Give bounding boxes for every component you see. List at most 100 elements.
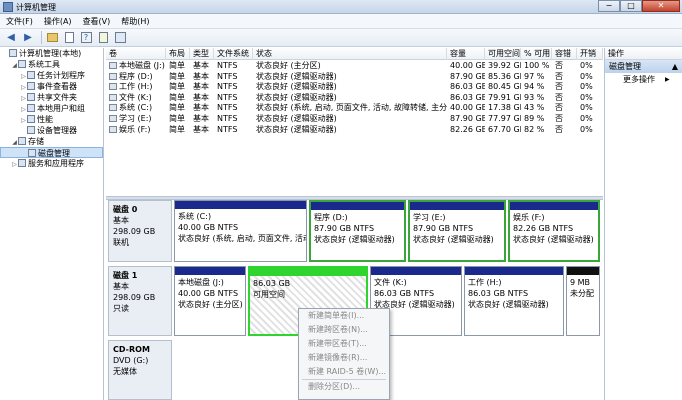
cell-text: 简单 bbox=[169, 113, 185, 123]
table-cell: 否 bbox=[552, 61, 577, 72]
table-cell: 基本 bbox=[190, 125, 214, 136]
column-header[interactable]: 状态 bbox=[253, 48, 447, 60]
column-header[interactable]: 容量 bbox=[447, 48, 485, 60]
disk-label[interactable]: CD-ROM DVD (G:) 无媒体 bbox=[108, 340, 172, 400]
cell-text: 否 bbox=[555, 113, 563, 123]
cell-text: 86.03 GB bbox=[450, 92, 485, 102]
close-button[interactable]: ✕ bbox=[642, 0, 680, 12]
partition[interactable]: 程序 (D:) 87.90 GB NTFS 状态良好 (逻辑驱动器) bbox=[309, 200, 406, 262]
table-cell: 77.97 GB bbox=[485, 114, 521, 125]
partition[interactable]: 工作 (H:) 86.03 GB NTFS 状态良好 (逻辑驱动器) bbox=[464, 266, 564, 336]
tree-item[interactable]: 磁盘管理 bbox=[0, 147, 103, 158]
tree-node-icon bbox=[27, 82, 35, 90]
tree-item[interactable]: ◢ 系统工具 bbox=[0, 59, 103, 70]
column-header[interactable]: 卷 bbox=[106, 48, 166, 60]
table-cell: 否 bbox=[552, 103, 577, 114]
partition-details: 9 MB 未分配 bbox=[567, 275, 599, 301]
column-header[interactable]: 类型 bbox=[190, 48, 214, 60]
cell-text: 否 bbox=[555, 92, 563, 102]
cell-text: 否 bbox=[555, 61, 563, 70]
cell-text: 文件 (K:) bbox=[119, 92, 152, 102]
table-row[interactable]: 程序 (D:) 简单 基本 NTFS 状态良好 (逻辑驱动器) 87.90 GB 85.36… bbox=[106, 72, 603, 83]
table-row[interactable]: 学习 (E:) 简单 基本 NTFS 状态良好 (逻辑驱动器) 87.90 GB 77.97… bbox=[106, 114, 603, 125]
collapse-up-icon[interactable]: ▲ bbox=[672, 60, 678, 73]
disk-label[interactable]: 磁盘 1 基本 298.09 GB 只读 bbox=[108, 266, 172, 336]
context-menu: 新建简单卷(I)... 新建跨区卷(N)... 新建带区卷(T)... 新建镜像卷(R… bbox=[298, 308, 390, 400]
partition-status: 状态良好 (逻辑驱动器) bbox=[468, 300, 549, 309]
tree-item[interactable]: ◢ 存储 bbox=[0, 136, 103, 147]
cell-text: 40.00 GB bbox=[450, 61, 485, 70]
cell-text: 简单 bbox=[169, 92, 185, 102]
partition[interactable]: 本地磁盘 (J:) 40.00 GB NTFS 状态良好 (主分区) bbox=[174, 266, 246, 336]
table-row[interactable]: 工作 (H:) 简单 基本 NTFS 状态良好 (逻辑驱动器) 86.03 GB 80.45… bbox=[106, 82, 603, 93]
title-bar: 计算机管理 − □ ✕ bbox=[0, 0, 682, 14]
partition[interactable]: 学习 (E:) 87.90 GB NTFS 状态良好 (逻辑驱动器) bbox=[408, 200, 506, 262]
table-row[interactable]: 本地磁盘 (J:) 简单 基本 NTFS 状态良好 (主分区) 40.00 GB 39.92… bbox=[106, 61, 603, 72]
context-menu-item[interactable]: 新建跨区卷(N)... bbox=[299, 323, 389, 337]
table-row[interactable]: 系统 (C:) 简单 基本 NTFS 状态良好 (系统, 启动, 页面文件, 活动, 故… bbox=[106, 103, 603, 114]
disk-label[interactable]: 磁盘 0 基本 298.09 GB 联机 bbox=[108, 200, 172, 262]
table-cell: 基本 bbox=[190, 93, 214, 104]
cell-text: 85.36 GB bbox=[488, 71, 521, 81]
column-header[interactable]: 布局 bbox=[166, 48, 190, 60]
maximize-button[interactable]: □ bbox=[620, 0, 642, 12]
table-cell: 简单 bbox=[166, 72, 190, 83]
context-menu-item[interactable]: 新建镜像卷(R)... bbox=[299, 351, 389, 365]
cell-text: 状态良好 (逻辑驱动器) bbox=[256, 92, 337, 102]
tree-item[interactable]: ▷ 性能 bbox=[0, 114, 103, 125]
folder-up-icon[interactable] bbox=[45, 31, 59, 45]
context-menu-item[interactable]: 新建 RAID-5 卷(W)... bbox=[299, 365, 389, 379]
column-header[interactable]: % 可用 bbox=[521, 48, 552, 60]
partition-name: 工作 (H:) bbox=[468, 278, 502, 287]
cell-text: 学习 (E:) bbox=[119, 113, 152, 123]
table-cell: 0% bbox=[577, 114, 603, 125]
context-menu-item[interactable]: 新建带区卷(T)... bbox=[299, 337, 389, 351]
tree-item-label: 系统工具 bbox=[28, 60, 60, 69]
table-row[interactable]: 娱乐 (F:) 简单 基本 NTFS 状态良好 (逻辑驱动器) 82.26 GB 67.70… bbox=[106, 125, 603, 136]
forward-arrow-icon[interactable]: ▶ bbox=[21, 31, 35, 45]
column-header[interactable]: 文件系统 bbox=[214, 48, 253, 60]
cell-text: 简单 bbox=[169, 71, 185, 81]
partition-name: 程序 (D:) bbox=[314, 213, 348, 222]
tree-expander-icon[interactable]: ▷ bbox=[11, 159, 18, 170]
cell-text: 40.00 GB bbox=[450, 103, 485, 113]
back-arrow-icon[interactable]: ◀ bbox=[4, 31, 18, 45]
tree-item[interactable]: ▷ 本地用户和组 bbox=[0, 103, 103, 114]
partition-details: 文件 (K:) 86.03 GB NTFS 状态良好 (逻辑驱动器) bbox=[371, 275, 461, 312]
tree-item[interactable]: 计算机管理(本地) bbox=[0, 48, 103, 59]
column-header[interactable]: 可用空间 bbox=[485, 48, 521, 60]
cell-text: 基本 bbox=[193, 103, 209, 113]
tree-item[interactable]: 设备管理器 bbox=[0, 125, 103, 136]
partition-status: 可用空间 bbox=[253, 290, 285, 299]
tree-item[interactable]: ▷ 事件查看器 bbox=[0, 81, 103, 92]
tree-item[interactable]: ▷ 共享文件夹 bbox=[0, 92, 103, 103]
table-cell: 状态良好 (逻辑驱动器) bbox=[253, 93, 447, 104]
menu-help[interactable]: 帮助(H) bbox=[121, 14, 149, 28]
menu-file[interactable]: 文件(F) bbox=[6, 14, 33, 28]
refresh-icon[interactable] bbox=[113, 31, 127, 45]
menu-view[interactable]: 查看(V) bbox=[83, 14, 111, 28]
column-header[interactable]: 开销 bbox=[577, 48, 603, 60]
partition[interactable]: 9 MB 未分配 bbox=[566, 266, 600, 336]
tree-item[interactable]: ▷ 任务计划程序 bbox=[0, 70, 103, 81]
context-menu-item[interactable]: 新建简单卷(I)... bbox=[299, 309, 389, 323]
column-header[interactable]: 容错 bbox=[552, 48, 577, 60]
minimize-button[interactable]: − bbox=[598, 0, 620, 12]
window-title: 计算机管理 bbox=[16, 3, 56, 12]
actions-section-disk-management[interactable]: 磁盘管理 ▲ bbox=[605, 60, 682, 73]
table-cell: 0% bbox=[577, 103, 603, 114]
table-cell: 学习 (E:) bbox=[106, 114, 166, 125]
export-icon[interactable] bbox=[96, 31, 110, 45]
table-row[interactable]: 文件 (K:) 简单 基本 NTFS 状态良好 (逻辑驱动器) 86.03 GB 79.91… bbox=[106, 93, 603, 104]
properties-icon[interactable] bbox=[62, 31, 76, 45]
partition[interactable]: 系统 (C:) 40.00 GB NTFS 状态良好 (系统, 启动, 页面文件, … bbox=[174, 200, 307, 262]
tree-item[interactable]: ▷ 服务和应用程序 bbox=[0, 158, 103, 169]
partition[interactable]: 娱乐 (F:) 82.26 GB NTFS 状态良好 (逻辑驱动器) bbox=[508, 200, 600, 262]
more-actions-item[interactable]: 更多操作 ▶ bbox=[605, 73, 682, 86]
help-icon[interactable]: ? bbox=[79, 31, 93, 45]
volume-icon bbox=[109, 83, 117, 91]
context-menu-item[interactable]: 删除分区(D)... bbox=[299, 380, 389, 394]
table-cell: 简单 bbox=[166, 82, 190, 93]
tree-node-icon bbox=[27, 126, 35, 134]
menu-action[interactable]: 操作(A) bbox=[44, 14, 72, 28]
